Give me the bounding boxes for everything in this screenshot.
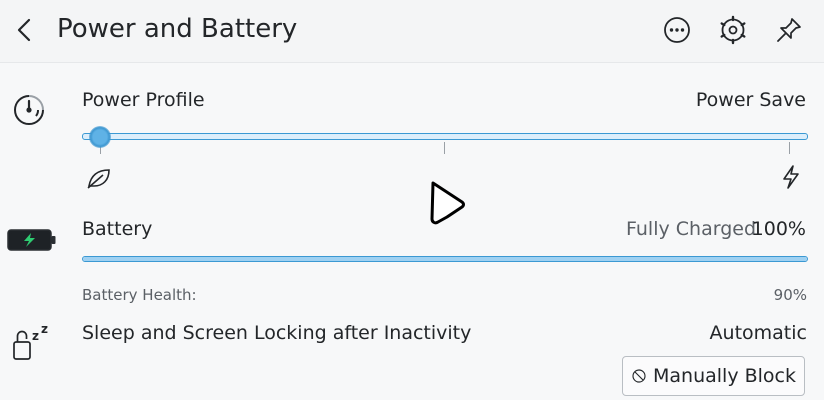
page-title: Power and Battery bbox=[57, 14, 298, 44]
battery-health-label: Battery Health: bbox=[82, 286, 197, 304]
slider-tick bbox=[444, 142, 445, 154]
sleep-label: Sleep and Screen Locking after Inactivit… bbox=[82, 322, 472, 344]
leaf-icon bbox=[87, 169, 110, 189]
power-profile-slider[interactable] bbox=[82, 133, 808, 140]
power-profile-slider-handle[interactable] bbox=[89, 126, 111, 148]
pin-icon[interactable] bbox=[774, 15, 804, 45]
battery-charge-fill bbox=[83, 257, 807, 261]
battery-health-value: 90% bbox=[773, 286, 807, 304]
battery-percent: 100% bbox=[751, 218, 806, 240]
sleep-value: Automatic bbox=[709, 322, 807, 344]
mouse-cursor-icon bbox=[430, 181, 465, 225]
manually-block-button[interactable]: Manually Block bbox=[622, 356, 805, 396]
power-profile-label: Power Profile bbox=[82, 89, 205, 111]
power-profile-value: Power Save bbox=[695, 89, 806, 111]
slider-tick bbox=[789, 142, 790, 154]
header-bar: Power and Battery bbox=[0, 0, 824, 63]
svg-text:z: z bbox=[41, 322, 48, 336]
battery-status: Fully Charged bbox=[626, 218, 757, 240]
svg-text:z: z bbox=[32, 329, 39, 343]
speedometer-icon bbox=[14, 95, 44, 125]
lightning-icon bbox=[783, 165, 799, 189]
battery-label: Battery bbox=[82, 218, 153, 240]
more-options-icon[interactable] bbox=[662, 15, 692, 45]
chevron-left-icon[interactable] bbox=[12, 16, 40, 44]
block-icon bbox=[632, 369, 646, 383]
lock-sleep-icon: z z bbox=[13, 322, 48, 360]
manually-block-label: Manually Block bbox=[653, 365, 796, 387]
battery-charge-bar bbox=[82, 256, 808, 262]
configure-icon[interactable] bbox=[718, 15, 748, 45]
battery-charging-icon bbox=[7, 229, 56, 251]
